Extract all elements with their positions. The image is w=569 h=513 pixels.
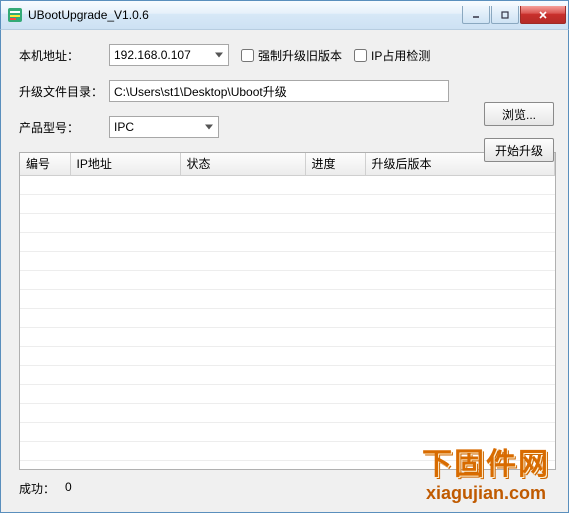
table-row[interactable] — [20, 289, 555, 308]
window-title: UBootUpgrade_V1.0.6 — [28, 8, 462, 22]
table-row[interactable] — [20, 194, 555, 213]
client-area: 本机地址： 192.168.0.107 强制升级旧版本 IP占用检测 升级文件目… — [0, 30, 569, 513]
table-row[interactable] — [20, 251, 555, 270]
force-upgrade-label: 强制升级旧版本 — [258, 47, 342, 64]
window-buttons — [462, 6, 566, 24]
row-upgrade-dir: 升级文件目录： — [19, 80, 558, 102]
row-local-ip: 本机地址： 192.168.0.107 强制升级旧版本 IP占用检测 — [19, 44, 558, 66]
col-ip[interactable]: IP地址 — [70, 153, 180, 175]
app-icon — [7, 7, 23, 23]
row-product-model: 产品型号： IPC — [19, 116, 558, 138]
product-model-label: 产品型号： — [19, 119, 109, 136]
ip-check-label: IP占用检测 — [371, 47, 430, 64]
table-row[interactable] — [20, 308, 555, 327]
close-button[interactable] — [520, 6, 566, 24]
table-row[interactable] — [20, 270, 555, 289]
force-upgrade-input[interactable] — [241, 49, 254, 62]
local-ip-select[interactable]: 192.168.0.107 — [109, 44, 229, 66]
success-count: 0 — [65, 480, 72, 497]
table-row[interactable] — [20, 346, 555, 365]
table-row[interactable] — [20, 232, 555, 251]
table-row[interactable] — [20, 422, 555, 441]
force-upgrade-checkbox[interactable]: 强制升级旧版本 — [241, 47, 342, 64]
local-ip-label: 本机地址： — [19, 47, 109, 64]
table-row[interactable] — [20, 441, 555, 460]
status-bar: 成功： 0 — [19, 480, 558, 497]
ip-check-checkbox[interactable]: IP占用检测 — [354, 47, 430, 64]
upgrade-table: 编号 IP地址 状态 进度 升级后版本 — [19, 152, 556, 470]
upgrade-dir-label: 升级文件目录： — [19, 83, 109, 100]
success-label: 成功： — [19, 480, 55, 497]
minimize-button[interactable] — [462, 6, 490, 24]
table-row[interactable] — [20, 403, 555, 422]
titlebar: UBootUpgrade_V1.0.6 — [0, 0, 569, 30]
table-row[interactable] — [20, 327, 555, 346]
maximize-button[interactable] — [491, 6, 519, 24]
browse-button[interactable]: 浏览... — [484, 102, 554, 126]
table-row[interactable] — [20, 175, 555, 194]
col-progress[interactable]: 进度 — [305, 153, 365, 175]
start-button[interactable]: 开始升级 — [484, 138, 554, 162]
table-row[interactable] — [20, 384, 555, 403]
table-row[interactable] — [20, 365, 555, 384]
ip-check-input[interactable] — [354, 49, 367, 62]
table-header-row: 编号 IP地址 状态 进度 升级后版本 — [20, 153, 555, 175]
product-model-select[interactable]: IPC — [109, 116, 219, 138]
col-no[interactable]: 编号 — [20, 153, 70, 175]
upgrade-dir-input[interactable] — [109, 80, 449, 102]
col-status[interactable]: 状态 — [180, 153, 305, 175]
table-row[interactable] — [20, 213, 555, 232]
